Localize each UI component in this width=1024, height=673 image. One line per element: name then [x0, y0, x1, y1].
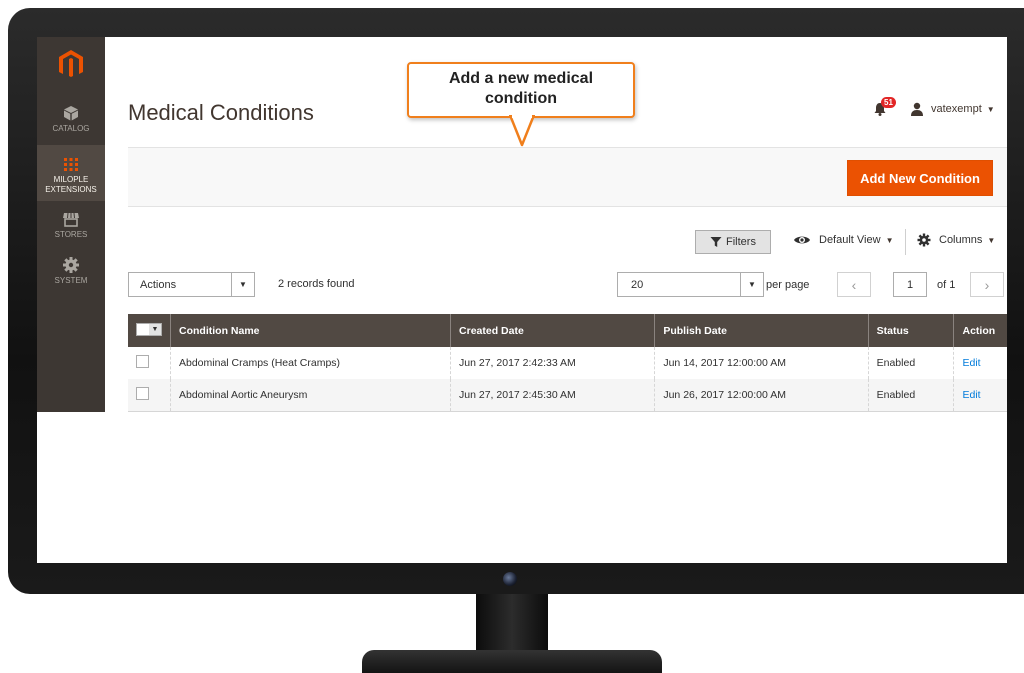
conditions-table: ▼ Condition Name Created Date Publish Da… — [128, 314, 1007, 412]
row-select-cell — [128, 347, 171, 379]
chevron-left-icon: ‹ — [851, 276, 857, 293]
condition-name-cell: Abdominal Aortic Aneurysm — [170, 379, 452, 412]
sidebar-item-label: STORES — [54, 230, 88, 239]
status-cell: Enabled — [868, 379, 955, 412]
publish-date-cell: Jun 26, 2017 12:00:00 AM — [654, 379, 869, 412]
notifications-button[interactable]: 51 — [872, 97, 896, 117]
callout-line-1: Add a new medical — [448, 70, 594, 87]
cube-icon — [64, 106, 78, 121]
default-view-label: Default View — [819, 234, 881, 246]
chevron-down-icon: ▼ — [986, 104, 995, 114]
store-icon — [63, 212, 79, 227]
columns-dropdown[interactable]: Columns ▼ — [917, 233, 995, 247]
per-page-label: per page — [766, 279, 810, 291]
table-header-row: ▼ Condition Name Created Date Publish Da… — [128, 314, 1007, 347]
previous-page-button[interactable]: ‹ — [837, 272, 871, 297]
row-select-cell — [128, 379, 171, 412]
condition-name-cell: Abdominal Cramps (Heat Cramps) — [170, 347, 452, 379]
user-icon — [911, 102, 923, 116]
sidebar-item-label: MILOPLE — [53, 175, 89, 184]
per-page-value: 20 — [631, 279, 644, 291]
notification-count-badge: 51 — [881, 97, 896, 108]
page-title: Medical Conditions — [128, 100, 314, 125]
action-cell: Edit — [953, 347, 1007, 379]
edit-link[interactable]: Edit — [962, 357, 980, 369]
sidebar-item-milople-extensions[interactable]: MILOPLE EXTENSIONS — [37, 145, 105, 201]
annotation-callout: Add a new medical condition — [407, 62, 635, 118]
chevron-down-icon: ▼ — [885, 235, 894, 245]
default-view-dropdown[interactable]: Default View ▼ — [793, 233, 893, 247]
chevron-down-icon[interactable]: ▼ — [231, 273, 254, 296]
user-menu[interactable]: vatexempt ▼ — [910, 102, 995, 116]
callout-pointer — [509, 115, 535, 147]
per-page-select[interactable]: 20 ▼ — [617, 272, 764, 297]
eye-icon — [794, 236, 810, 244]
table-row: Abdominal Cramps (Heat Cramps) Jun 27, 2… — [128, 347, 1007, 379]
sidebar-item-label: CATALOG — [52, 124, 90, 133]
page-number-input[interactable]: 1 — [893, 272, 927, 297]
controls-divider — [905, 229, 906, 255]
monitor-stand-neck — [476, 594, 548, 652]
created-date-cell: Jun 27, 2017 2:42:33 AM — [450, 347, 656, 379]
header-actions: 51 vatexempt ▼ — [872, 97, 995, 119]
row-checkbox[interactable] — [136, 386, 149, 400]
mass-select-header: ▼ — [128, 314, 171, 347]
magento-logo-icon[interactable] — [54, 47, 88, 81]
action-cell: Edit — [953, 379, 1007, 412]
column-header-status[interactable]: Status — [868, 314, 955, 347]
page-actions-bar: Add New Condition — [128, 147, 1007, 207]
row-checkbox[interactable] — [136, 355, 149, 368]
filters-label: Filters — [726, 236, 756, 248]
sidebar-item-stores[interactable]: STORES — [37, 210, 105, 244]
gear-icon — [917, 233, 931, 247]
mass-actions-select[interactable]: Actions ▼ — [128, 272, 255, 297]
table-row: Abdominal Aortic Aneurysm Jun 27, 2017 2… — [128, 379, 1007, 412]
chevron-down-icon[interactable]: ▼ — [740, 273, 763, 296]
username: vatexempt — [931, 103, 982, 115]
page-total: of 1 — [937, 279, 956, 291]
status-cell: Enabled — [868, 347, 955, 379]
checkbox-box — [137, 324, 149, 335]
filters-button[interactable]: Filters — [695, 230, 771, 254]
columns-label: Columns — [939, 234, 983, 246]
gear-icon — [63, 257, 79, 273]
sidebar-item-label-2: EXTENSIONS — [45, 185, 97, 194]
mass-select-checkbox[interactable]: ▼ — [136, 323, 162, 336]
column-header-publish-date[interactable]: Publish Date — [654, 314, 869, 347]
column-header-condition-name[interactable]: Condition Name — [170, 314, 452, 347]
webcam — [503, 572, 517, 586]
chevron-down-icon: ▼ — [149, 324, 161, 335]
filter-icon — [710, 237, 722, 247]
admin-sidebar: CATALOG MILOPLE EXTENSIONS STORES SYSTEM — [37, 37, 105, 412]
mass-actions-value: Actions — [140, 279, 177, 291]
sidebar-item-system[interactable]: SYSTEM — [37, 256, 105, 290]
chevron-down-icon: ▼ — [987, 235, 996, 245]
sidebar-item-catalog[interactable]: CATALOG — [37, 104, 105, 138]
edit-link[interactable]: Edit — [962, 389, 980, 401]
column-header-action: Action — [953, 314, 1007, 347]
column-header-created-date[interactable]: Created Date — [450, 314, 656, 347]
publish-date-cell: Jun 14, 2017 12:00:00 AM — [654, 347, 869, 379]
monitor-stage: CATALOG MILOPLE EXTENSIONS STORES SYSTEM… — [0, 0, 1024, 673]
chevron-right-icon: › — [984, 276, 990, 293]
next-page-button[interactable]: › — [970, 272, 1004, 297]
records-found-count: 2 records found — [278, 278, 355, 290]
add-new-condition-button[interactable]: Add New Condition — [847, 160, 993, 196]
monitor-stand-base — [362, 650, 662, 673]
created-date-cell: Jun 27, 2017 2:45:30 AM — [450, 379, 656, 412]
sidebar-item-label: SYSTEM — [54, 276, 88, 285]
callout-line-2: condition — [485, 90, 557, 107]
grid-icon — [64, 158, 78, 171]
